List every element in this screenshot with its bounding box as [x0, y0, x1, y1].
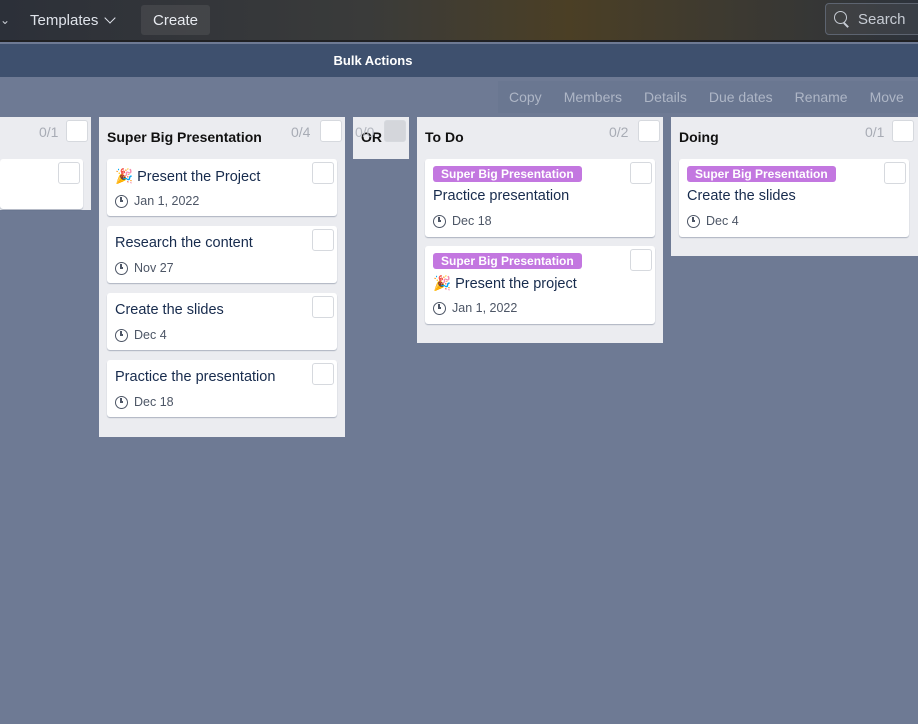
search-input[interactable]: Search	[825, 3, 918, 35]
copy-action-button[interactable]: Copy	[498, 89, 553, 105]
clock-icon	[115, 261, 128, 275]
party-popper-emoji: 🎉	[115, 169, 134, 185]
clock-icon	[115, 395, 128, 409]
create-button[interactable]: Create	[141, 5, 211, 35]
clock-icon	[433, 214, 446, 228]
due-date-text: Jan 1, 2022	[134, 194, 200, 208]
card-select-checkbox[interactable]	[884, 162, 906, 184]
card-title: Research the content	[115, 235, 253, 251]
card-label: Super Big Presentation	[433, 253, 582, 269]
list-super-big-presentation: Super Big Presentation 0/4 🎉 Present the …	[99, 117, 345, 437]
card-due-date: Dec 4	[115, 328, 167, 342]
card-title: Practice the presentation	[115, 369, 276, 385]
due-date-text: Nov 27	[134, 261, 174, 275]
card-title-text: Present the Project	[137, 169, 261, 185]
card-select-checkbox[interactable]	[312, 363, 334, 385]
clock-icon	[433, 301, 446, 315]
list-select-checkbox[interactable]	[384, 120, 406, 142]
list-title: To Do	[425, 129, 464, 145]
card-select-checkbox[interactable]	[630, 162, 652, 184]
top-navigation: ⌄ Templates Create Search	[0, 0, 918, 42]
create-label: Create	[153, 11, 199, 29]
card-select-checkbox[interactable]	[312, 296, 334, 318]
list-count: 0/2	[609, 124, 629, 140]
card-title: Create the slides	[115, 302, 224, 318]
card[interactable]: Research the content Nov 27	[107, 226, 337, 283]
list-title: Super Big Presentation	[107, 129, 262, 145]
card[interactable]: Super Big Presentation Practice presenta…	[425, 159, 655, 237]
rename-action-button[interactable]: Rename	[784, 89, 859, 105]
list-partial: 0/1	[0, 117, 91, 210]
due-dates-action-button[interactable]: Due dates	[698, 89, 784, 105]
list-count: 0/1	[39, 124, 59, 140]
card-label: Super Big Presentation	[687, 166, 836, 182]
card-title-text: Present the project	[455, 276, 577, 292]
card[interactable]: Super Big Presentation Create the slides…	[679, 159, 909, 237]
templates-label: Templates	[30, 11, 99, 29]
bulk-action-toolbar: Copy Members Details Due dates Rename Mo…	[498, 81, 918, 113]
due-date-text: Dec 18	[452, 214, 492, 228]
list-title: Doing	[679, 129, 719, 145]
bulk-actions-title: Bulk Actions	[333, 53, 413, 68]
card-label: Super Big Presentation	[433, 166, 582, 182]
card-due-date: Jan 1, 2022	[115, 194, 199, 208]
list-count: 0/4	[291, 124, 311, 140]
card-title: 🎉 Present the Project	[115, 168, 260, 185]
search-placeholder: Search	[858, 10, 906, 28]
search-icon	[834, 11, 850, 27]
due-date-text: Jan 1, 2022	[452, 301, 518, 315]
card-title: 🎉 Present the project	[433, 275, 577, 292]
bulk-actions-bar: Bulk Actions	[0, 44, 918, 77]
card-due-date: Dec 18	[433, 214, 492, 228]
list-count: 0/1	[865, 124, 885, 140]
card[interactable]: 🎉 Present the Project Jan 1, 2022	[107, 159, 337, 216]
party-popper-emoji: 🎉	[433, 276, 452, 292]
members-action-button[interactable]: Members	[553, 89, 633, 105]
list-select-checkbox[interactable]	[66, 120, 88, 142]
card-title: Create the slides	[687, 188, 796, 204]
clock-icon	[115, 194, 128, 208]
due-date-text: Dec 18	[134, 395, 174, 409]
card-select-checkbox[interactable]	[58, 162, 80, 184]
move-action-button[interactable]: Move	[859, 89, 915, 105]
card[interactable]: Create the slides Dec 4	[107, 293, 337, 350]
card-select-checkbox[interactable]	[630, 249, 652, 271]
card-select-checkbox[interactable]	[312, 162, 334, 184]
list-doing: Doing 0/1 Super Big Presentation Create …	[671, 117, 918, 256]
clock-icon	[115, 328, 128, 342]
list-to-do: To Do 0/2 Super Big Presentation Practic…	[417, 117, 663, 343]
card-due-date: Jan 1, 2022	[433, 301, 517, 315]
card[interactable]	[0, 159, 83, 209]
chevron-down-icon[interactable]: ⌄	[0, 13, 10, 27]
card-due-date: Dec 18	[115, 395, 174, 409]
card-due-date: Dec 4	[687, 214, 739, 228]
list-or: OR 0/0	[353, 117, 409, 159]
list-select-checkbox[interactable]	[638, 120, 660, 142]
due-date-text: Dec 4	[134, 328, 167, 342]
clock-icon	[687, 214, 700, 228]
card[interactable]: Super Big Presentation 🎉 Present the proj…	[425, 246, 655, 324]
list-count: 0/0	[355, 124, 375, 140]
card-select-checkbox[interactable]	[312, 229, 334, 251]
templates-menu-button[interactable]: Templates	[20, 5, 124, 35]
chevron-down-icon	[104, 12, 117, 24]
card-title: Practice presentation	[433, 188, 570, 204]
list-select-checkbox[interactable]	[320, 120, 342, 142]
list-select-checkbox[interactable]	[892, 120, 914, 142]
card-due-date: Nov 27	[115, 261, 174, 275]
details-action-button[interactable]: Details	[633, 89, 698, 105]
due-date-text: Dec 4	[706, 214, 739, 228]
card[interactable]: Practice the presentation Dec 18	[107, 360, 337, 417]
